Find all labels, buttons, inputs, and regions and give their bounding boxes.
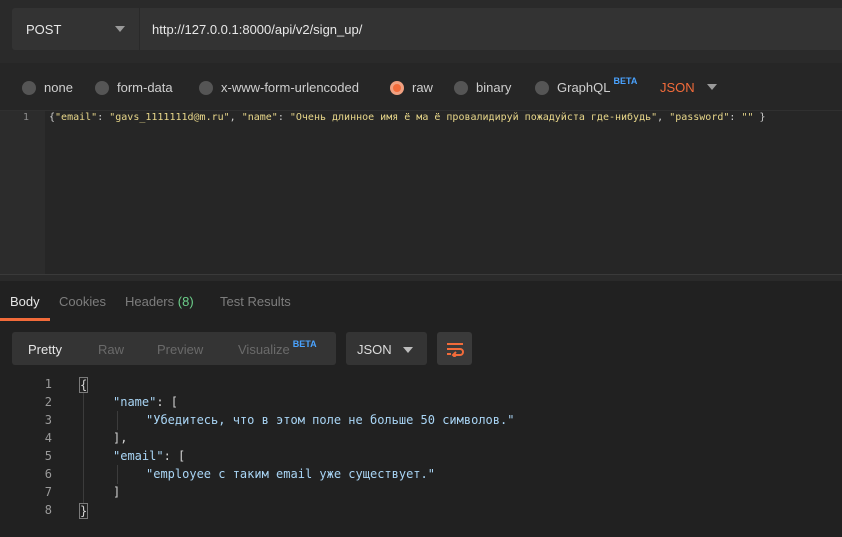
json-punct: : [: [156, 395, 179, 409]
json-line: "email": [: [113, 449, 185, 463]
body-type-bar: none form-data x-www-form-urlencoded raw…: [0, 63, 842, 110]
json-key: "name": [241, 112, 278, 123]
body-option-none[interactable]: none: [22, 80, 73, 95]
radio-selected-icon[interactable]: [390, 80, 404, 95]
view-preview[interactable]: Preview: [157, 342, 203, 357]
json-key: "email": [113, 449, 164, 463]
body-option-graphql[interactable]: GraphQL BETA: [535, 76, 637, 95]
json-key: "email": [55, 112, 98, 123]
json-string: "Убедитесь, что в этом поле не больше 50…: [146, 413, 515, 427]
line-number: 7: [44, 485, 52, 499]
tab-test-results[interactable]: Test Results: [220, 294, 291, 309]
radio-icon[interactable]: [454, 80, 468, 95]
chevron-down-icon: [403, 347, 413, 353]
active-tab-indicator: [0, 318, 50, 321]
view-visualize-label: Visualize: [238, 342, 290, 357]
line-gutter: 1: [0, 111, 45, 275]
url-text: http://127.0.0.1:8000/api/v2/sign_up/: [152, 21, 363, 37]
tab-body[interactable]: Body: [10, 294, 40, 309]
body-option-label: x-www-form-urlencoded: [221, 80, 359, 95]
json-key: "password": [669, 112, 730, 123]
wrap-icon: [446, 342, 464, 357]
response-format-select[interactable]: JSON: [346, 332, 427, 365]
indent-guide: [117, 465, 118, 484]
json-brace: }: [79, 503, 89, 519]
indent-guide: [117, 411, 118, 430]
body-option-label: form-data: [117, 80, 173, 95]
request-bar: POST http://127.0.0.1:8000/api/v2/sign_u…: [0, 0, 842, 63]
line-number: 6: [44, 467, 52, 481]
view-mode-bar: Pretty Raw Preview Visualize BETA: [12, 332, 336, 365]
url-input[interactable]: http://127.0.0.1:8000/api/v2/sign_up/: [140, 8, 842, 50]
json-string: "employee с таким email уже существует.": [146, 467, 435, 481]
body-option-form-data[interactable]: form-data: [95, 80, 173, 95]
line-number: 5: [44, 449, 52, 463]
body-option-label: raw: [412, 80, 433, 95]
json-value: "gavs_1111111d@m.ru": [109, 112, 230, 123]
body-option-urlencoded[interactable]: x-www-form-urlencoded: [199, 80, 359, 95]
chevron-down-icon: [115, 26, 125, 32]
json-punct: : [: [163, 449, 186, 463]
json-punct: ]: [113, 485, 121, 499]
line-number: 4: [44, 431, 52, 445]
body-option-label: none: [44, 80, 73, 95]
chevron-down-icon[interactable]: [707, 84, 717, 90]
json-brace: {: [79, 377, 89, 393]
body-option-binary[interactable]: binary: [454, 80, 511, 95]
beta-badge: BETA: [613, 75, 638, 86]
response-tabs: Body Cookies Headers (8) Test Results: [0, 281, 842, 321]
headers-count: (8): [177, 294, 194, 309]
json-punct: ],: [113, 431, 128, 445]
body-option-label: GraphQL: [557, 80, 611, 95]
line-number: 3: [44, 413, 52, 427]
radio-icon[interactable]: [95, 80, 109, 95]
request-body-editor[interactable]: 1 {"email": "gavs_1111111d@m.ru", "name"…: [0, 110, 842, 275]
line-number: 8: [44, 503, 52, 517]
radio-icon[interactable]: [535, 80, 549, 95]
request-body-line[interactable]: {"email": "gavs_1111111d@m.ru", "name": …: [49, 112, 766, 123]
body-option-label: binary: [476, 80, 512, 95]
response-body[interactable]: 1 2 3 4 5 6 7 8 { "name": [ "Убедитесь, …: [0, 374, 842, 537]
json-line: "name": [: [113, 395, 178, 409]
method-select[interactable]: POST: [12, 8, 139, 50]
view-raw[interactable]: Raw: [98, 342, 124, 357]
radio-icon[interactable]: [199, 80, 213, 95]
tab-headers-label: Headers: [125, 294, 175, 309]
view-pretty[interactable]: Pretty: [28, 342, 62, 357]
wrap-lines-button[interactable]: [437, 332, 472, 365]
body-format-select[interactable]: JSON: [660, 80, 695, 95]
beta-badge: BETA: [292, 339, 317, 349]
indent-guide: [83, 393, 84, 503]
tab-cookies[interactable]: Cookies: [59, 294, 106, 309]
radio-icon[interactable]: [22, 80, 36, 95]
line-number: 1: [44, 377, 52, 391]
response-format-label: JSON: [357, 342, 392, 357]
tab-headers[interactable]: Headers (8): [125, 294, 194, 309]
pane-divider[interactable]: [0, 274, 842, 281]
json-value: "": [741, 112, 754, 123]
json-key: "name": [113, 395, 157, 409]
line-number: 2: [44, 395, 52, 409]
body-option-raw[interactable]: raw: [390, 80, 433, 95]
view-visualize[interactable]: Visualize BETA: [238, 339, 317, 357]
line-number: 1: [22, 112, 29, 123]
method-label: POST: [26, 21, 62, 37]
json-value: "Очень длинное имя ё ма ё провалидируй п…: [289, 112, 658, 123]
